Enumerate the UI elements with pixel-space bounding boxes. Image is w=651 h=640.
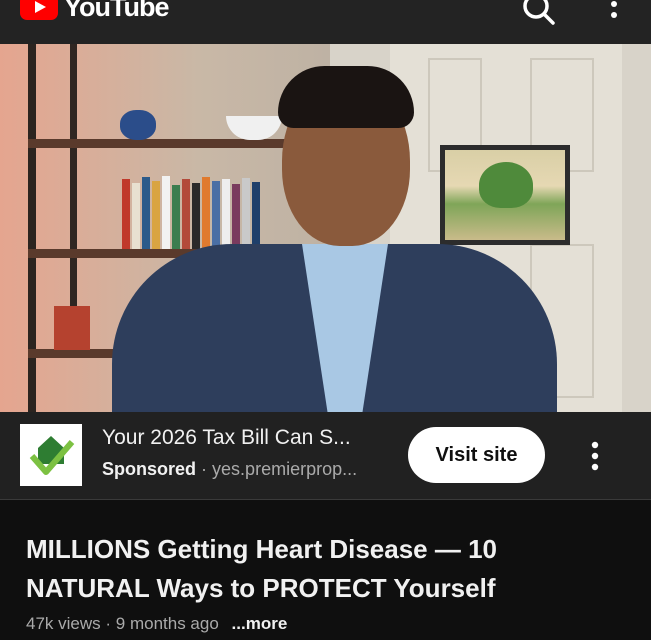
meta-separator: · [105, 614, 112, 633]
house-check-icon [29, 436, 75, 475]
view-count: 47k views [26, 614, 101, 633]
more-description-link[interactable]: ...more [232, 614, 288, 633]
logo-text: YouTube [64, 0, 169, 22]
upload-age: 9 months ago [115, 614, 219, 633]
wall-painting [440, 145, 570, 245]
ad-domain: yes.premierprop... [212, 459, 358, 479]
bookshelf-shelf [28, 139, 298, 148]
bookshelf-post [70, 44, 77, 344]
youtube-play-icon [20, 0, 58, 20]
visit-site-button[interactable]: Visit site [408, 427, 545, 483]
youtube-logo[interactable]: YouTube [20, 0, 169, 22]
ad-banner[interactable]: Your 2026 Tax Bill Can S... Sponsored · … [0, 412, 651, 500]
sign [54, 306, 90, 350]
ad-title[interactable]: Your 2026 Tax Bill Can S... [102, 426, 351, 450]
ad-meta: Sponsored · yes.premierprop... [102, 459, 357, 480]
video-title[interactable]: MILLIONS Getting Heart Disease — 10 NATU… [26, 530, 626, 608]
more-vert-icon[interactable] [585, 440, 605, 472]
video-player[interactable] [0, 44, 651, 412]
meta-separator: · [201, 459, 208, 479]
video-meta[interactable]: 47k views · 9 months ago ...more [26, 614, 287, 634]
advertiser-logo[interactable] [20, 424, 82, 486]
sponsored-label: Sponsored [102, 459, 197, 479]
books [122, 176, 292, 249]
vase [120, 110, 156, 140]
presenter-hair [278, 66, 414, 128]
top-app-bar: YouTube [0, 0, 651, 44]
search-icon[interactable] [520, 0, 556, 26]
more-vert-icon[interactable] [606, 0, 622, 24]
